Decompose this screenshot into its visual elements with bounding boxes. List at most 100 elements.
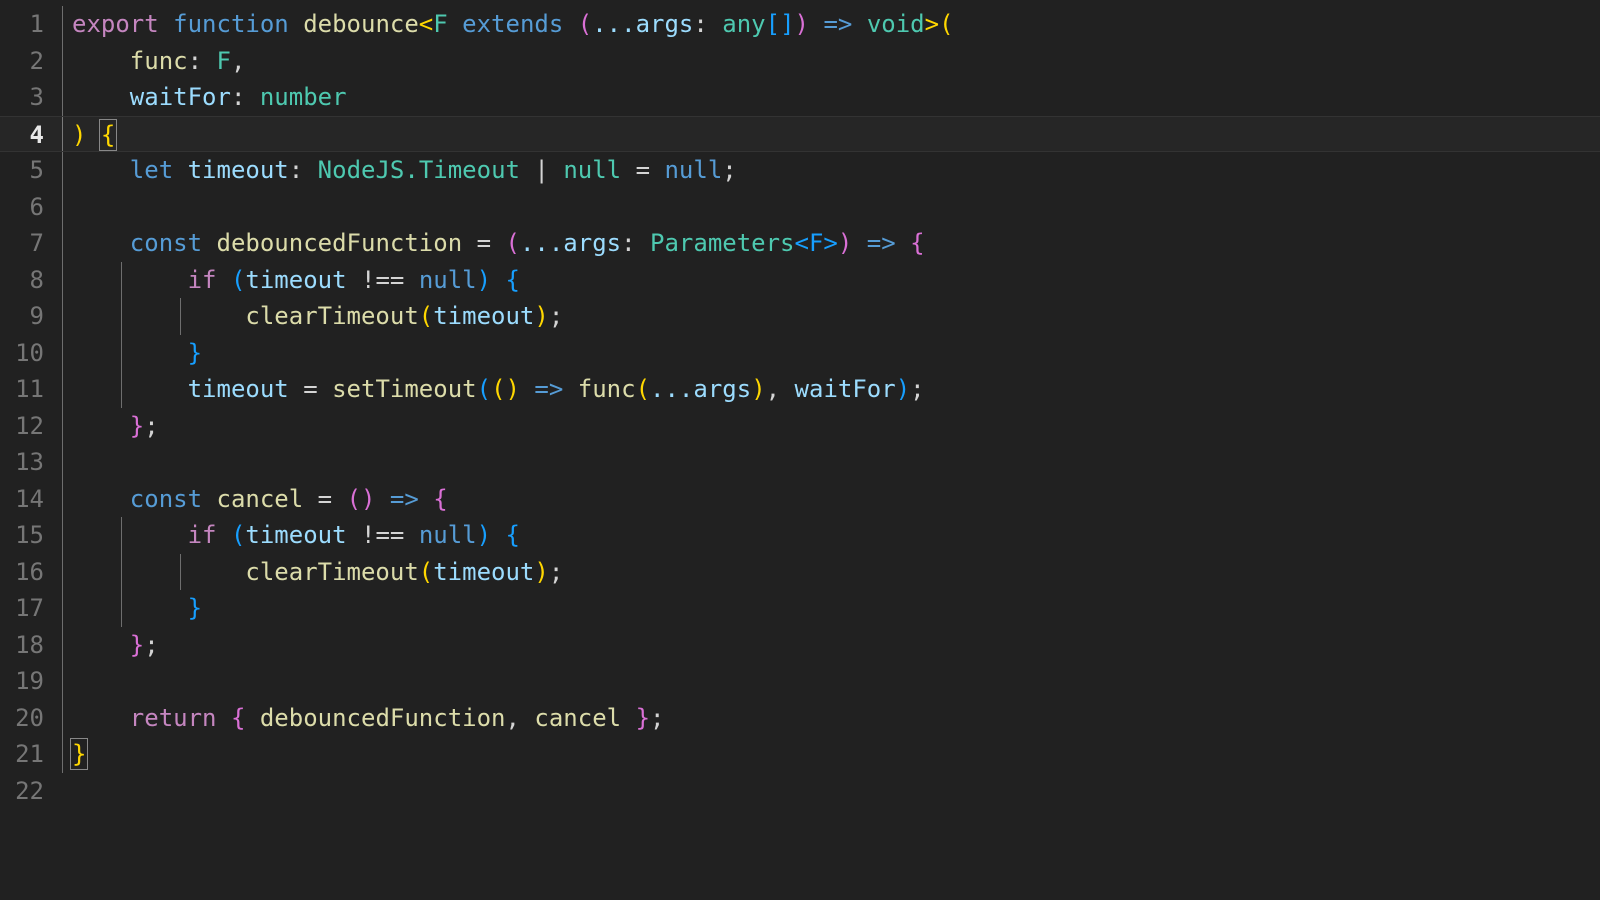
- token-operator: =>: [389, 484, 419, 513]
- line-content[interactable]: if (timeout !== null) {: [62, 261, 1600, 298]
- line-content[interactable]: clearTimeout(timeout);: [62, 553, 1600, 590]
- code-line[interactable]: 11 timeout = setTimeout(() => func(...ar…: [0, 371, 1600, 408]
- token-type: F: [433, 10, 448, 38]
- code-line[interactable]: 17 }: [0, 590, 1600, 627]
- token-operator: ;: [548, 557, 564, 586]
- code-line[interactable]: 1 export function debounce<F extends (..…: [0, 6, 1600, 43]
- token-type: F: [216, 46, 231, 75]
- token-bracket: }: [187, 594, 203, 622]
- code-line[interactable]: 2 func: F,: [0, 42, 1600, 79]
- token-function-name: clearTimeout: [245, 557, 419, 586]
- token-operator: !==: [361, 265, 405, 294]
- token-value: null: [418, 265, 477, 294]
- token-bracket: <F>: [794, 229, 838, 257]
- code-line[interactable]: 7 const debouncedFunction = (...args: Pa…: [0, 225, 1600, 262]
- line-content[interactable]: };: [62, 626, 1600, 663]
- line-content[interactable]: const cancel = () => {: [62, 480, 1600, 517]
- line-content[interactable]: ) {: [62, 116, 1600, 151]
- indent-guide: [62, 79, 63, 116]
- indent-guide: [121, 371, 123, 408]
- line-content[interactable]: [62, 188, 1600, 225]
- line-content[interactable]: const debouncedFunction = (...args: Para…: [62, 225, 1600, 262]
- indent-guide: [62, 626, 63, 663]
- code-line[interactable]: 12 };: [0, 407, 1600, 444]
- indent-guide: [62, 590, 63, 627]
- line-content[interactable]: [62, 444, 1600, 481]
- indent-guide: [62, 334, 63, 371]
- token-operator: :: [187, 46, 203, 75]
- token-bracket: []: [765, 10, 795, 38]
- line-content[interactable]: [62, 663, 1600, 700]
- line-content[interactable]: func: F,: [62, 42, 1600, 79]
- token-operator: ;: [910, 375, 925, 403]
- token-bracket: (: [635, 375, 651, 403]
- token-bracket: {: [505, 521, 520, 549]
- indent-guide: [121, 517, 123, 554]
- token-bracket: (: [230, 265, 246, 294]
- indent-guide: [62, 188, 63, 225]
- indent-guide: [62, 225, 63, 262]
- code-line[interactable]: 14 const cancel = () => {: [0, 480, 1600, 517]
- line-content[interactable]: }: [62, 736, 1600, 773]
- token-variable: timeout: [187, 156, 289, 184]
- code-line[interactable]: 6: [0, 188, 1600, 225]
- token-bracket: }: [187, 338, 203, 367]
- line-content[interactable]: [62, 773, 1600, 810]
- code-line[interactable]: 8 if (timeout !== null) {: [0, 261, 1600, 298]
- token-keyword: const: [129, 229, 203, 257]
- token-bracket: (: [476, 375, 492, 403]
- code-line-active[interactable]: 4 ) {: [0, 115, 1600, 152]
- code-line[interactable]: 10 }: [0, 334, 1600, 371]
- code-line[interactable]: 20 return { debouncedFunction, cancel };: [0, 699, 1600, 736]
- token-type: null: [563, 156, 622, 184]
- token-bracket: {: [910, 229, 925, 257]
- token-operator: ,: [505, 703, 520, 732]
- indent-guide: [62, 517, 63, 554]
- line-content[interactable]: let timeout: NodeJS.Timeout | null = nul…: [62, 152, 1600, 189]
- line-content[interactable]: export function debounce<F extends (...a…: [62, 6, 1600, 43]
- code-editor[interactable]: 1 export function debounce<F extends (..…: [0, 0, 1600, 900]
- code-line[interactable]: 22: [0, 773, 1600, 810]
- token-keyword: return: [129, 703, 217, 732]
- line-content[interactable]: clearTimeout(timeout);: [62, 298, 1600, 335]
- indent-guide: [180, 298, 182, 335]
- line-content[interactable]: if (timeout !== null) {: [62, 517, 1600, 554]
- token-bracket: }: [129, 630, 145, 659]
- code-line[interactable]: 21 }: [0, 736, 1600, 773]
- token-bracket: {: [230, 703, 246, 732]
- token-keyword: if: [187, 521, 217, 549]
- token-operator: =: [303, 375, 318, 403]
- code-line[interactable]: 5 let timeout: NodeJS.Timeout | null = n…: [0, 152, 1600, 189]
- token-type: void: [866, 10, 925, 38]
- line-content[interactable]: }: [62, 590, 1600, 627]
- line-content[interactable]: waitFor: number: [62, 79, 1600, 116]
- indent-guide: [62, 480, 63, 517]
- line-content[interactable]: }: [62, 334, 1600, 371]
- token-bracket: ): [534, 557, 549, 586]
- line-number: 21: [15, 740, 44, 768]
- code-line[interactable]: 15 if (timeout !== null) {: [0, 517, 1600, 554]
- indent-guide: [62, 371, 63, 408]
- line-number: 2: [29, 46, 44, 75]
- indent-guide: [62, 42, 63, 79]
- token-bracket: ): [72, 120, 87, 149]
- line-content[interactable]: };: [62, 407, 1600, 444]
- code-line[interactable]: 9 clearTimeout(timeout);: [0, 298, 1600, 335]
- line-content[interactable]: return { debouncedFunction, cancel };: [62, 699, 1600, 736]
- code-line[interactable]: 19: [0, 663, 1600, 700]
- code-line[interactable]: 18 };: [0, 626, 1600, 663]
- line-content[interactable]: timeout = setTimeout(() => func(...args)…: [62, 371, 1600, 408]
- indent-guide: [121, 334, 123, 371]
- line-number-active: 4: [29, 120, 44, 149]
- token-bracket: {: [433, 484, 448, 513]
- code-line[interactable]: 16 clearTimeout(timeout);: [0, 553, 1600, 590]
- token-keyword: let: [129, 156, 174, 184]
- indent-guide: [121, 553, 123, 590]
- code-line[interactable]: 13: [0, 444, 1600, 481]
- token-bracket: ): [794, 10, 809, 38]
- token-bracket: ): [476, 521, 492, 549]
- token-function-name: cancel: [216, 484, 304, 513]
- indent-guide: [62, 298, 63, 335]
- code-line[interactable]: 3 waitFor: number: [0, 79, 1600, 116]
- token-operator: ;: [722, 156, 737, 184]
